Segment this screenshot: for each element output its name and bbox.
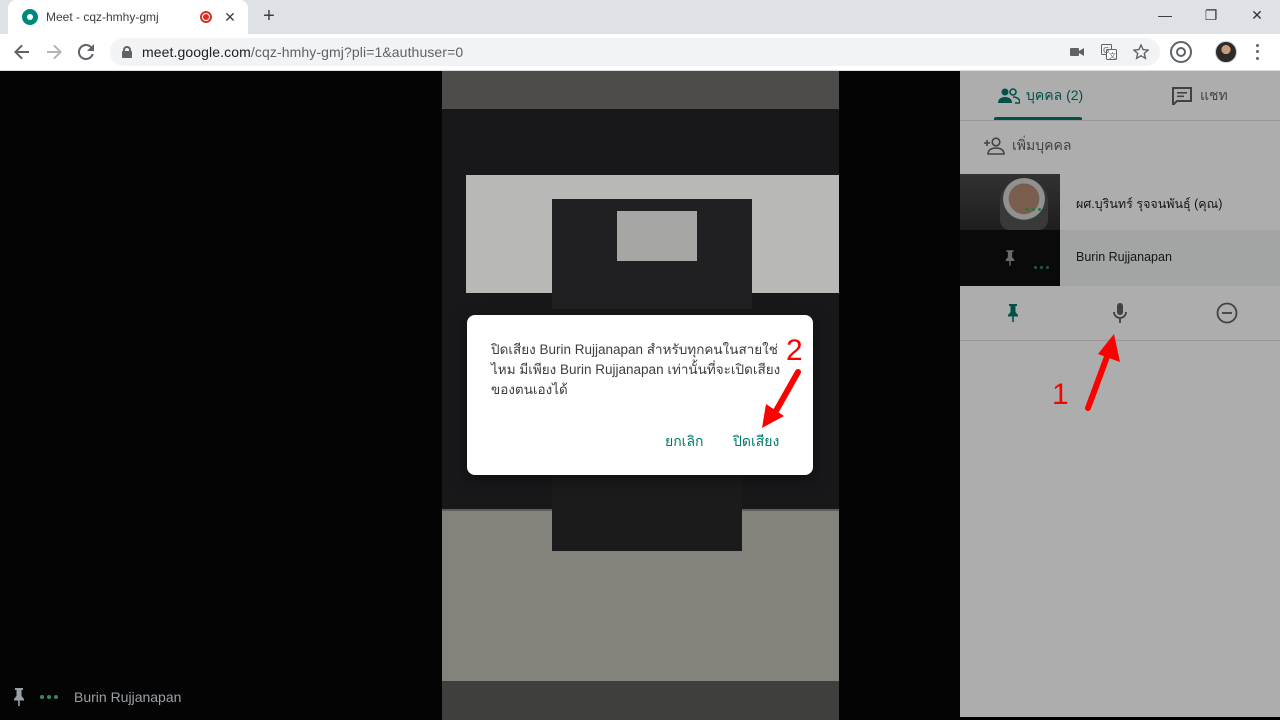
- tab-people[interactable]: บุคคล (2): [998, 85, 1083, 107]
- meet-favicon-icon: [22, 9, 38, 25]
- browser-toolbar: meet.google.com/cqz-hmhy-gmj?pli=1&authu…: [0, 34, 1280, 71]
- active-tab-indicator: [994, 117, 1082, 120]
- restore-button[interactable]: ❐: [1188, 0, 1234, 30]
- participant-row-burin[interactable]: Burin Rujjanapan: [960, 230, 1280, 286]
- dialog-message: ปิดเสียง Burin Rujjanapan สำหรับทุกคนในส…: [491, 342, 781, 397]
- microphone-icon: [1113, 303, 1127, 323]
- minimize-button[interactable]: —: [1142, 0, 1188, 30]
- stage-participant-name: Burin Rujjanapan: [74, 689, 182, 705]
- cancel-button[interactable]: ยกเลิก: [665, 431, 704, 453]
- participant-name: Burin Rujjanapan: [1076, 250, 1172, 264]
- svg-text:文: 文: [1109, 51, 1116, 60]
- add-person-icon: [984, 137, 1005, 155]
- close-window-button[interactable]: ✕: [1234, 0, 1280, 30]
- translate-icon[interactable]: G文: [1100, 43, 1118, 61]
- chat-icon: [1172, 87, 1192, 105]
- annotation-step-1: 1: [1052, 378, 1069, 411]
- new-tab-button[interactable]: +: [258, 6, 280, 28]
- back-arrow-icon: [14, 44, 29, 60]
- bookmark-star-icon[interactable]: [1132, 43, 1150, 61]
- forward-arrow-icon: [47, 44, 62, 60]
- pin-icon: [1005, 250, 1015, 266]
- tab-title: Meet - cqz-hmhy-gmj: [46, 10, 159, 24]
- tab-people-label: บุคคล (2): [1026, 87, 1084, 103]
- recording-icon: [200, 11, 212, 23]
- add-people-button[interactable]: เพิ่มบุคคล: [984, 135, 1071, 157]
- reload-button[interactable]: [74, 40, 98, 64]
- remove-circle-icon: [1216, 302, 1238, 324]
- confirm-mute-button[interactable]: ปิดเสียง: [733, 431, 779, 453]
- annotation-arrow-2-icon: [762, 369, 801, 428]
- pin-icon[interactable]: [12, 688, 26, 706]
- browser-tab-strip: Meet - cqz-hmhy-gmj ✕ + — ❐ ✕: [0, 0, 1280, 34]
- forward-button[interactable]: [42, 40, 66, 64]
- browser-menu-icon[interactable]: [1250, 42, 1264, 62]
- browser-tab[interactable]: Meet - cqz-hmhy-gmj ✕: [8, 0, 248, 34]
- pin-participant-button[interactable]: [1001, 301, 1025, 325]
- tab-close-icon[interactable]: ✕: [222, 9, 238, 26]
- profile-avatar[interactable]: [1215, 41, 1237, 63]
- annotation-arrow-1-icon: [1085, 334, 1120, 411]
- remove-participant-button[interactable]: [1215, 301, 1239, 325]
- mute-participant-button[interactable]: [1108, 301, 1132, 325]
- participant-row-self[interactable]: ผศ.บุรินทร์ รุจจนพันธุ์ (คุณ): [960, 174, 1280, 230]
- participant-thumbnail: [960, 230, 1060, 286]
- audio-level-icon: [40, 695, 58, 699]
- stage-participant-label: Burin Rujjanapan: [12, 688, 181, 706]
- tab-chat[interactable]: แชท: [1172, 85, 1228, 107]
- back-button[interactable]: [10, 40, 34, 64]
- lock-icon: [122, 46, 132, 58]
- tab-chat-label: แชท: [1200, 87, 1228, 103]
- annotation-step-2: 2: [786, 334, 803, 367]
- pin-icon: [1008, 304, 1018, 322]
- people-icon: [998, 88, 1020, 104]
- address-bar[interactable]: meet.google.com/cqz-hmhy-gmj?pli=1&authu…: [110, 38, 1160, 66]
- camera-icon[interactable]: [1068, 43, 1086, 61]
- reload-icon: [78, 44, 94, 60]
- audio-level-icon: [1034, 266, 1049, 269]
- url-text: meet.google.com/cqz-hmhy-gmj?pli=1&authu…: [142, 44, 464, 60]
- self-video-thumbnail: [960, 174, 1060, 230]
- participant-name: ผศ.บุรินทร์ รุจจนพันธุ์ (คุณ): [1076, 197, 1223, 211]
- extension-icon[interactable]: [1170, 41, 1192, 63]
- panel-tabs: บุคคล (2) แชท: [960, 71, 1280, 121]
- add-people-label: เพิ่มบุคคล: [1012, 137, 1072, 153]
